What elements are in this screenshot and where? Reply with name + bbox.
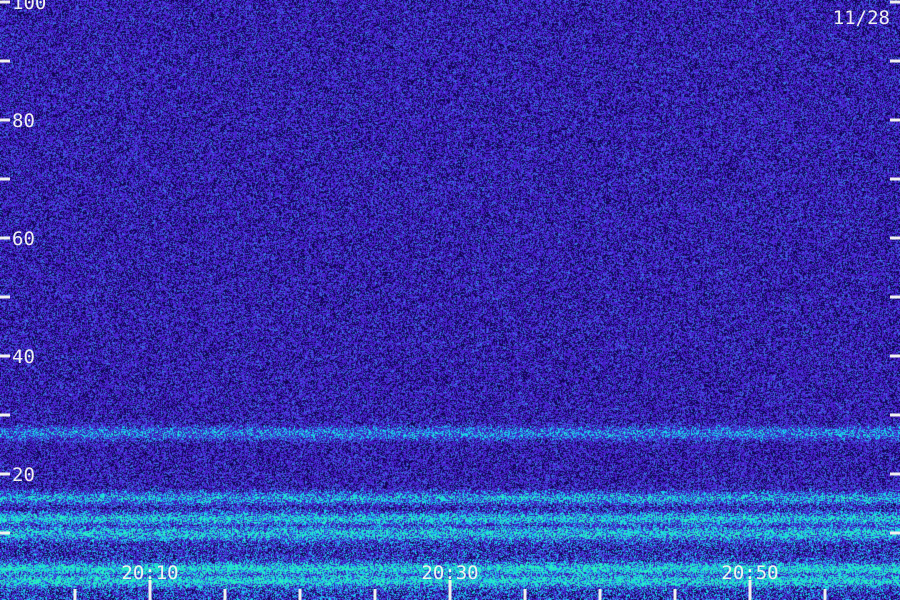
y-tick-right [890,0,900,4]
y-tick-left [0,413,10,417]
axes-overlay: 11/28 20 40 60 80 100 20:10 20:30 20:50 [0,0,900,600]
y-tick-right [890,295,900,299]
y-tick-right [890,59,900,63]
y-tick-right [890,531,900,535]
y-tick-left [0,236,10,240]
y-tick-label: 60 [12,228,35,250]
y-tick-label: 100 [12,0,46,14]
x-tick-minor [73,589,77,600]
y-tick-left [0,295,10,299]
x-tick-minor [523,589,527,600]
x-tick-minor [823,589,827,600]
x-tick-label: 20:50 [721,562,778,584]
y-tick-left [0,354,10,358]
y-tick-label: 20 [12,464,35,486]
y-tick-left [0,177,10,181]
y-tick-left [0,531,10,535]
y-tick-right [890,354,900,358]
x-tick-minor [298,589,302,600]
y-tick-right [890,118,900,122]
x-tick-label: 20:10 [121,562,178,584]
y-tick-left [0,59,10,63]
y-tick-label: 80 [12,110,35,132]
x-tick-label: 20:30 [421,562,478,584]
y-tick-left [0,0,10,4]
y-tick-right [890,472,900,476]
y-tick-right [890,177,900,181]
y-tick-left [0,472,10,476]
y-tick-label: 40 [12,346,35,368]
x-tick-minor [673,589,677,600]
x-tick-minor [373,589,377,600]
y-tick-right [890,413,900,417]
x-axis: 20:10 20:30 20:50 [73,562,827,600]
x-tick-minor [598,589,602,600]
y-tick-right [890,236,900,240]
y-axis-right [890,0,900,535]
y-axis-left: 20 40 60 80 100 [0,0,46,535]
y-tick-left [0,118,10,122]
spectrogram-chart: 11/28 20 40 60 80 100 20:10 20:30 20:50 [0,0,900,600]
date-label: 11/28 [833,7,890,29]
x-tick-minor [223,589,227,600]
